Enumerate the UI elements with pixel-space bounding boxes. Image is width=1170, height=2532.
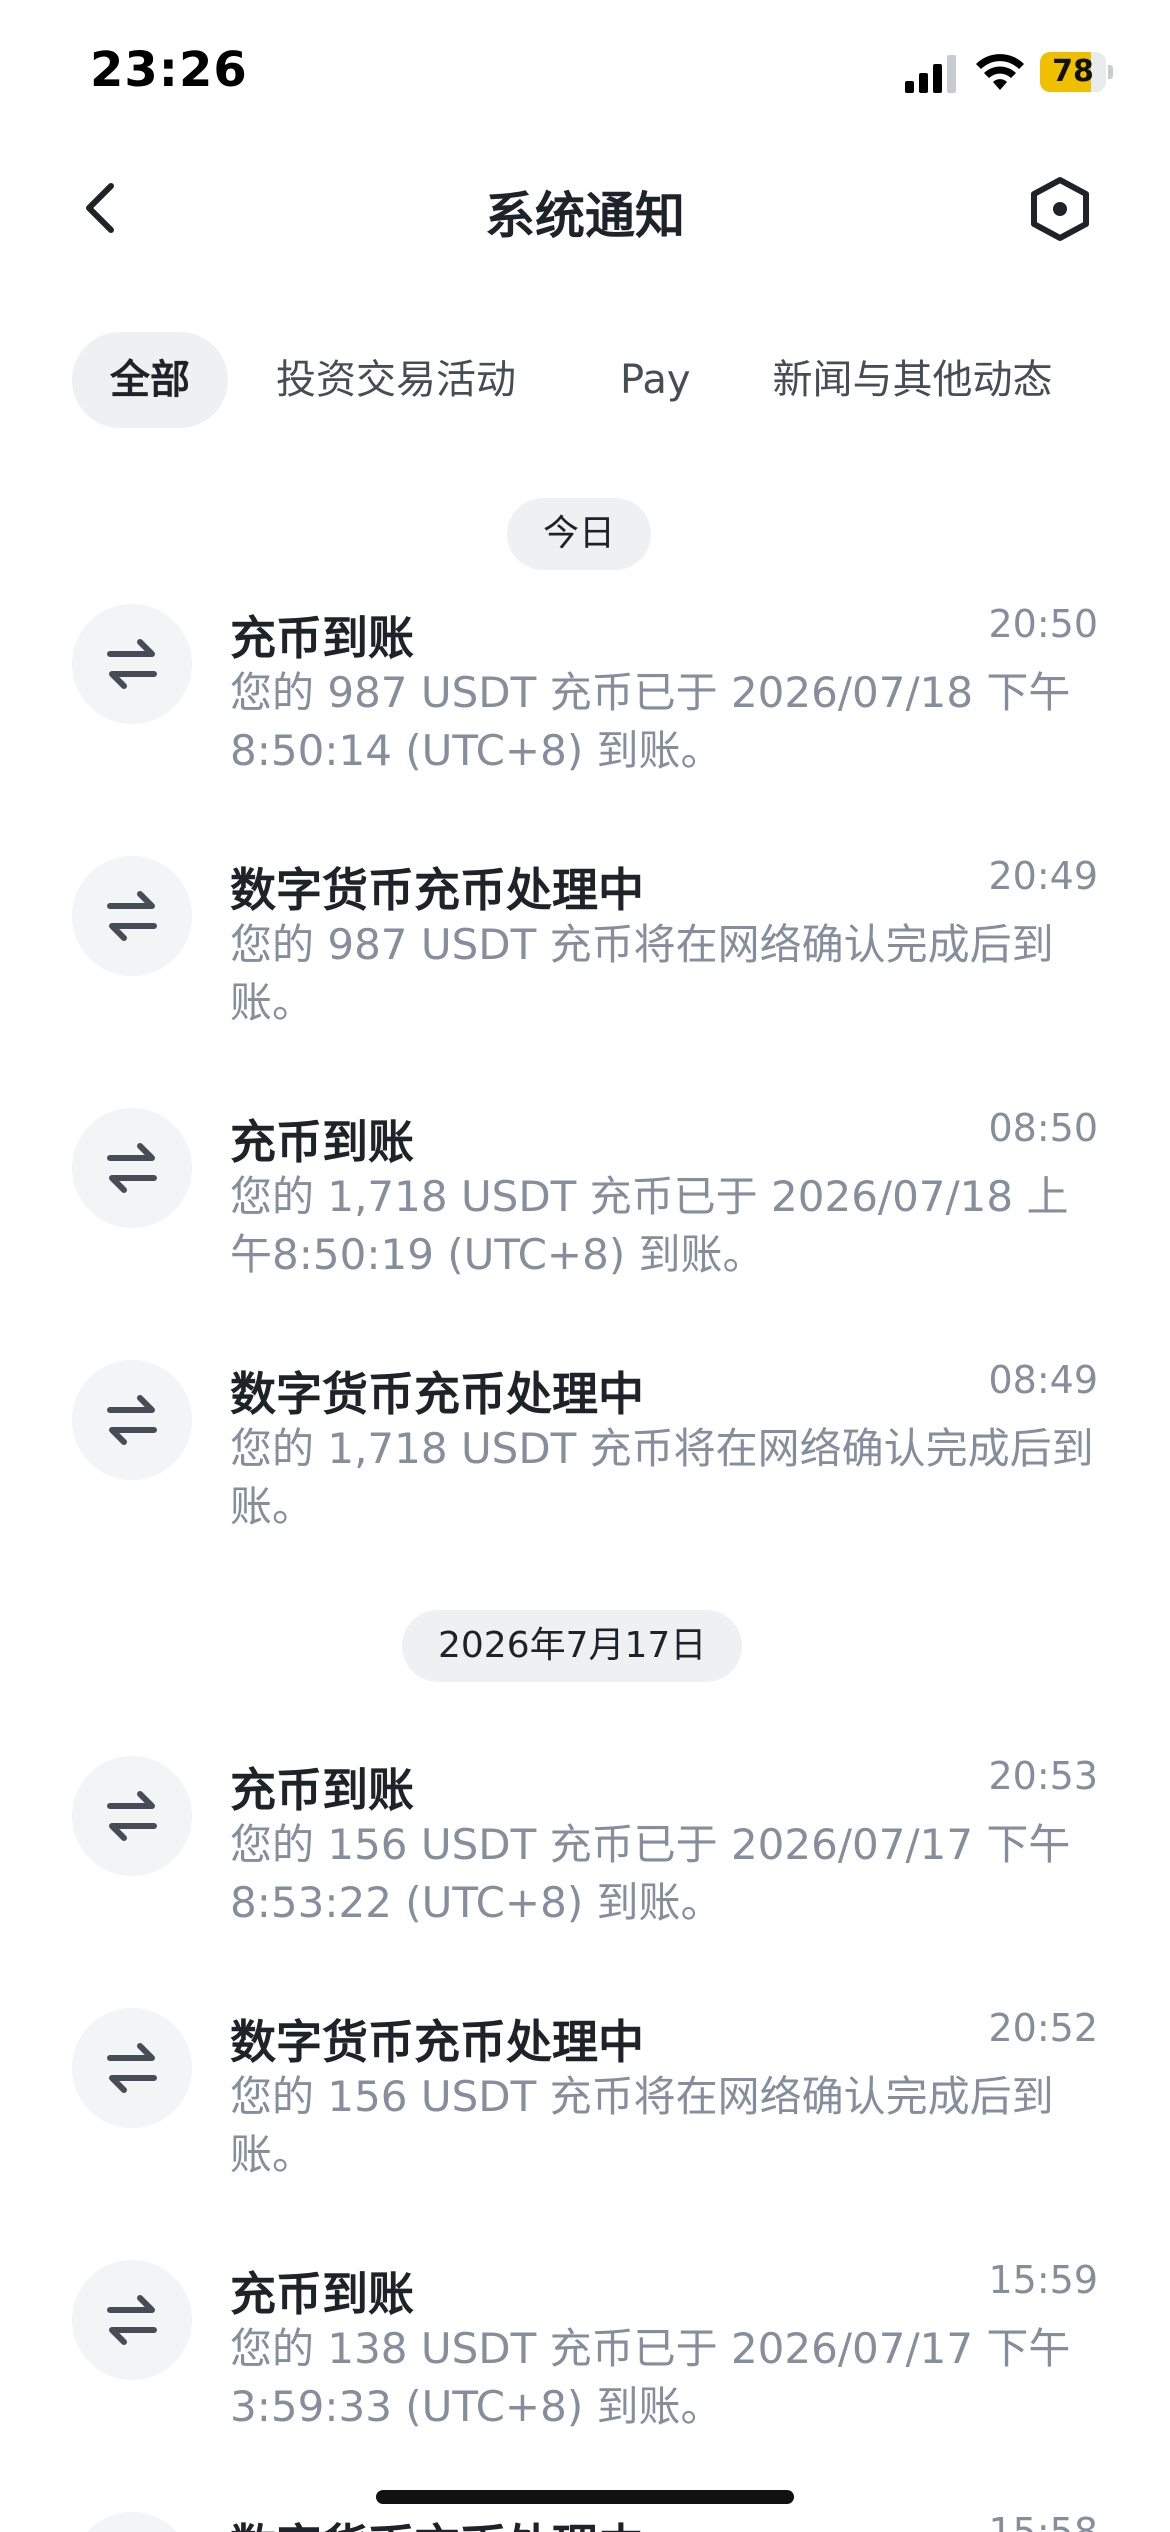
notification-item[interactable]: 数字货币充币处理中 08:49 您的 1,718 USDT 充币将在网络确认完成… <box>72 1358 1098 1558</box>
notification-title: 数字货币充币处理中 <box>230 1367 644 1421</box>
notification-title: 充币到账 <box>230 1763 414 1817</box>
notification-title: 数字货币充币处理中 <box>230 863 644 917</box>
transfer-icon-container <box>72 856 192 976</box>
transfer-icon-container <box>72 1108 192 1228</box>
battery-indicator: 78 <box>1040 52 1113 92</box>
notification-time: 20:52 <box>988 2006 1098 2050</box>
date-separator-today: 今日 <box>507 498 652 570</box>
transfer-arrows-icon <box>107 639 157 689</box>
transfer-icon-container <box>72 2512 192 2532</box>
notification-body: 您的 1,718 USDT 充币已于 2026/07/18 上午8:50:19 … <box>230 1172 1069 1279</box>
page-title: 系统通知 <box>485 187 685 245</box>
date-separator-2026-07-17: 2026年7月17日 <box>402 1610 743 1682</box>
notification-item[interactable]: 数字货币充币处理中 20:49 您的 987 USDT 充币将在网络确认完成后到… <box>72 854 1098 1054</box>
notification-time: 20:49 <box>988 854 1098 898</box>
notification-title: 数字货币充币处理中 <box>230 2015 644 2069</box>
notification-title: 充币到账 <box>230 1115 414 1169</box>
notifications-screen: 23:26 78 系统通知 全部 投资交易活动 Pay 新闻与其他动态 今日 充… <box>0 0 1170 2532</box>
notification-body: 您的 987 USDT 充币已于 2026/07/18 下午8:50:14 (U… <box>230 668 1071 775</box>
notification-item[interactable]: 充币到账 20:53 您的 156 USDT 充币已于 2026/07/17 下… <box>72 1754 1098 1954</box>
transfer-icon-container <box>72 1756 192 1876</box>
notification-time: 20:53 <box>988 1754 1098 1798</box>
notification-title: 充币到账 <box>230 2267 414 2321</box>
transfer-icon-container <box>72 2008 192 2128</box>
category-tabs: 全部 投资交易活动 Pay 新闻与其他动态 <box>72 332 1053 428</box>
notification-body: 您的 156 USDT 充币将在网络确认完成后到账。 <box>230 2072 1054 2179</box>
notification-item[interactable]: 数字货币充币处理中 15:58 <box>72 2510 1098 2532</box>
notification-item[interactable]: 数字货币充币处理中 20:52 您的 156 USDT 充币将在网络确认完成后到… <box>72 2006 1098 2206</box>
notification-time: 15:58 <box>988 2510 1098 2532</box>
tab-news-other[interactable]: 新闻与其他动态 <box>773 332 1053 428</box>
transfer-arrows-icon <box>107 1791 157 1841</box>
notification-item[interactable]: 充币到账 15:59 您的 138 USDT 充币已于 2026/07/17 下… <box>72 2258 1098 2458</box>
notification-title: 数字货币充币处理中 <box>230 2510 644 2532</box>
tab-all[interactable]: 全部 <box>72 332 228 428</box>
hexagon-settings-icon <box>1031 177 1089 241</box>
transfer-arrows-icon <box>107 891 157 941</box>
nav-header: 系统通知 <box>0 150 1170 270</box>
notification-time: 15:59 <box>988 2258 1098 2302</box>
battery-percent: 78 <box>1052 54 1094 89</box>
status-bar: 23:26 78 <box>0 0 1170 150</box>
notification-time: 20:50 <box>988 602 1098 646</box>
status-time: 23:26 <box>90 42 248 98</box>
notification-time: 08:50 <box>988 1106 1098 1150</box>
notification-body: 您的 156 USDT 充币已于 2026/07/17 下午8:53:22 (U… <box>230 1820 1071 1927</box>
notification-body: 您的 1,718 USDT 充币将在网络确认完成后到账。 <box>230 1424 1094 1531</box>
transfer-arrows-icon <box>107 1143 157 1193</box>
wifi-icon <box>976 54 1024 90</box>
home-indicator <box>376 2490 794 2504</box>
notification-title: 充币到账 <box>230 611 414 665</box>
transfer-icon-container <box>72 1360 192 1480</box>
tab-pay[interactable]: Pay <box>598 332 713 428</box>
transfer-icon-container <box>72 604 192 724</box>
notification-body: 您的 138 USDT 充币已于 2026/07/17 下午3:59:33 (U… <box>230 2324 1071 2431</box>
notification-item[interactable]: 充币到账 08:50 您的 1,718 USDT 充币已于 2026/07/18… <box>72 1106 1098 1306</box>
tab-investment-trading[interactable]: 投资交易活动 <box>254 332 538 428</box>
transfer-icon-container <box>72 2260 192 2380</box>
notification-body: 您的 987 USDT 充币将在网络确认完成后到账。 <box>230 920 1054 1027</box>
settings-button[interactable] <box>1025 174 1095 244</box>
notification-time: 08:49 <box>988 1358 1098 1402</box>
transfer-arrows-icon <box>107 2043 157 2093</box>
notification-item[interactable]: 充币到账 20:50 您的 987 USDT 充币已于 2026/07/18 下… <box>72 602 1098 802</box>
transfer-arrows-icon <box>107 1395 157 1445</box>
transfer-arrows-icon <box>107 2295 157 2345</box>
cellular-signal-icon <box>905 55 956 93</box>
